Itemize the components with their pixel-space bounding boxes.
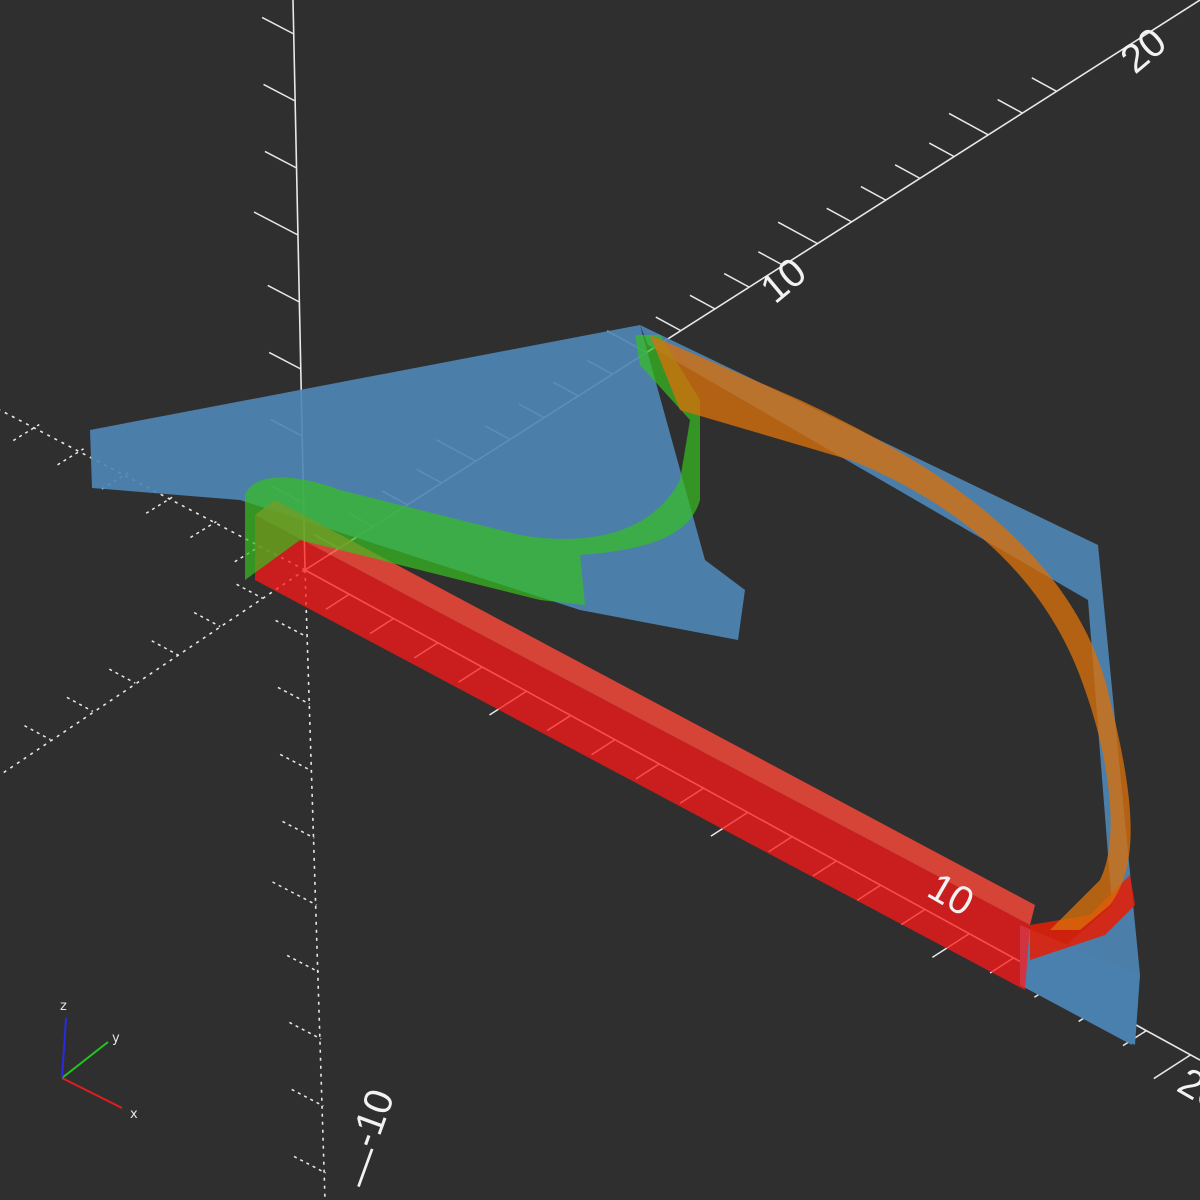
3d-viewport[interactable]: 20 10 10 20 -10 — x y z <box>0 0 1200 1200</box>
gizmo-z-label: z <box>60 999 67 1014</box>
gizmo-x-label: x <box>130 1107 138 1122</box>
gizmo-y-label: y <box>112 1031 120 1046</box>
